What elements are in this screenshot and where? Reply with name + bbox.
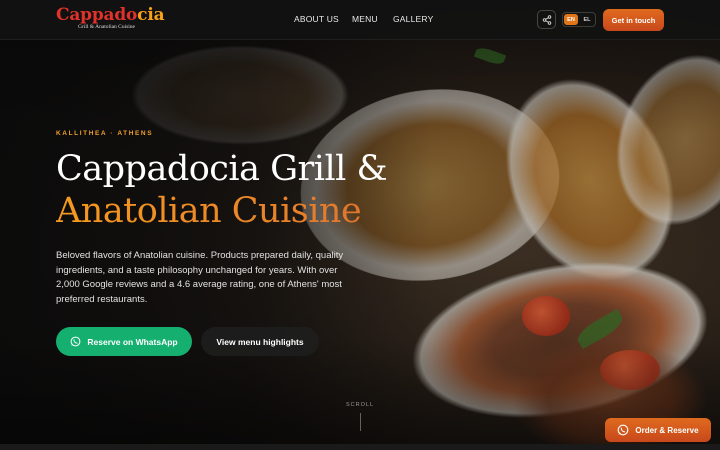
logo-tagline: Grill & Anatolian Cuisine (78, 24, 135, 30)
nav-item-gallery[interactable]: GALLERY (393, 14, 438, 24)
hero-location-kicker: KALLITHEA · ATHENS (56, 130, 154, 137)
scroll-indicator-line (360, 413, 361, 431)
logo-wordmark: Cappadocia (56, 5, 165, 25)
scroll-indicator-label: SCROLL (346, 402, 375, 408)
lang-en-button[interactable]: EN (564, 14, 578, 25)
hero-title-line1: Cappadocia Grill & (56, 149, 388, 189)
hero-description: Beloved flavors of Anatolian cuisine. Pr… (56, 250, 344, 305)
whatsapp-icon (70, 336, 81, 347)
logo[interactable]: Cappadocia Grill & Anatolian Cuisine (56, 5, 165, 34)
nav-item-menu[interactable]: MENU (352, 14, 382, 24)
nav-item-about-us[interactable]: ABOUT US (294, 14, 339, 24)
order-reserve-label: Order & Reserve (635, 425, 699, 435)
order-reserve-floating-button[interactable]: Order & Reserve (605, 418, 711, 442)
get-in-touch-button[interactable]: Get in touch (603, 9, 664, 31)
hero-title: Cappadocia Grill & Anatolian Cuisine (56, 148, 436, 232)
logo-name-part2: cia (137, 5, 165, 25)
share-icon (542, 14, 551, 25)
reserve-whatsapp-button[interactable]: Reserve on WhatsApp (56, 327, 192, 356)
share-button[interactable] (537, 10, 556, 29)
view-menu-highlights-button[interactable]: View menu highlights (201, 327, 319, 356)
hero-title-line2: Anatolian Cuisine (56, 190, 436, 232)
site-header: Cappadocia Grill & Anatolian Cuisine ABO… (0, 0, 720, 40)
logo-name-part1: Cappado (56, 5, 138, 25)
whatsapp-icon (618, 424, 629, 436)
next-section-edge (0, 444, 720, 450)
reserve-whatsapp-label: Reserve on WhatsApp (87, 336, 178, 347)
lang-el-button[interactable]: EL (580, 14, 594, 25)
language-switcher: EN EL (562, 12, 596, 27)
